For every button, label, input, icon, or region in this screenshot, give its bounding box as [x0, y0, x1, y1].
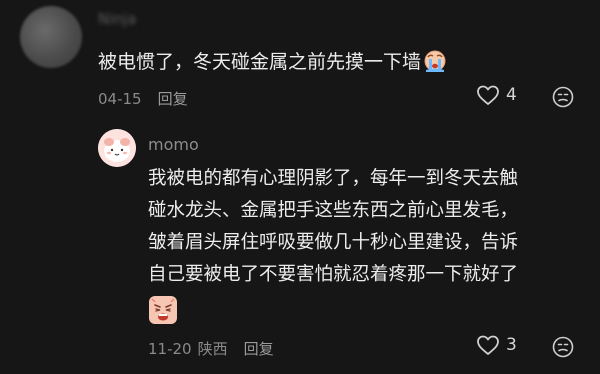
like-count: 3 [506, 335, 517, 355]
reply-avatar[interactable] [98, 129, 136, 167]
crying-face-emoji [424, 50, 446, 72]
reply-text: 我被电的都有心理阴影了，每年一到冬天去触 碰水龙头、金属把手这些东西之前心里发毛… [148, 163, 568, 291]
comment-date: 04-15 [98, 90, 142, 108]
reply-text-line: 皱着眉头屏住呼吸要做几十秒心里建设，告诉 [148, 232, 519, 253]
like-button[interactable]: 3 [476, 334, 517, 356]
avatar[interactable] [20, 6, 82, 68]
heart-outline-icon [477, 85, 499, 105]
pained-face-emoji [149, 296, 177, 324]
comment-thread: Ninja 被电惯了，冬天碰金属之前先摸一下墙 04-15 回复 4 momo … [0, 0, 600, 374]
like-count: 4 [506, 85, 517, 105]
reply-text-line: 碰水龙头、金属把手这些东西之前心里发毛， [148, 200, 519, 221]
like-button[interactable]: 4 [476, 84, 517, 106]
comment-text-body: 被电惯了，冬天碰金属之前先摸一下墙 [98, 51, 422, 73]
heart-outline-icon [477, 335, 499, 355]
reply-date: 11-20 [148, 340, 192, 358]
avatar-illustration [98, 129, 136, 167]
reply-button[interactable]: 回复 [158, 90, 188, 108]
reply-text-line: 自己要被电了不要害怕就忍着疼那一下就好了 [148, 264, 519, 285]
comment-text: 被电惯了，冬天碰金属之前先摸一下墙 [98, 48, 447, 75]
reply-username[interactable]: momo [148, 135, 199, 154]
reply-meta: 11-20 陕西 回复 [148, 338, 274, 359]
frown-face-icon [552, 336, 574, 358]
comment-meta: 04-15 回复 [98, 88, 188, 109]
comment-username[interactable]: Ninja [98, 10, 136, 28]
dislike-button[interactable] [552, 86, 574, 112]
dislike-button[interactable] [552, 336, 574, 362]
reply-button[interactable]: 回复 [244, 340, 274, 358]
frown-face-icon [552, 86, 574, 108]
reply-location: 陕西 [197, 340, 228, 358]
reply-text-line: 我被电的都有心理阴影了，每年一到冬天去触 [148, 168, 519, 189]
